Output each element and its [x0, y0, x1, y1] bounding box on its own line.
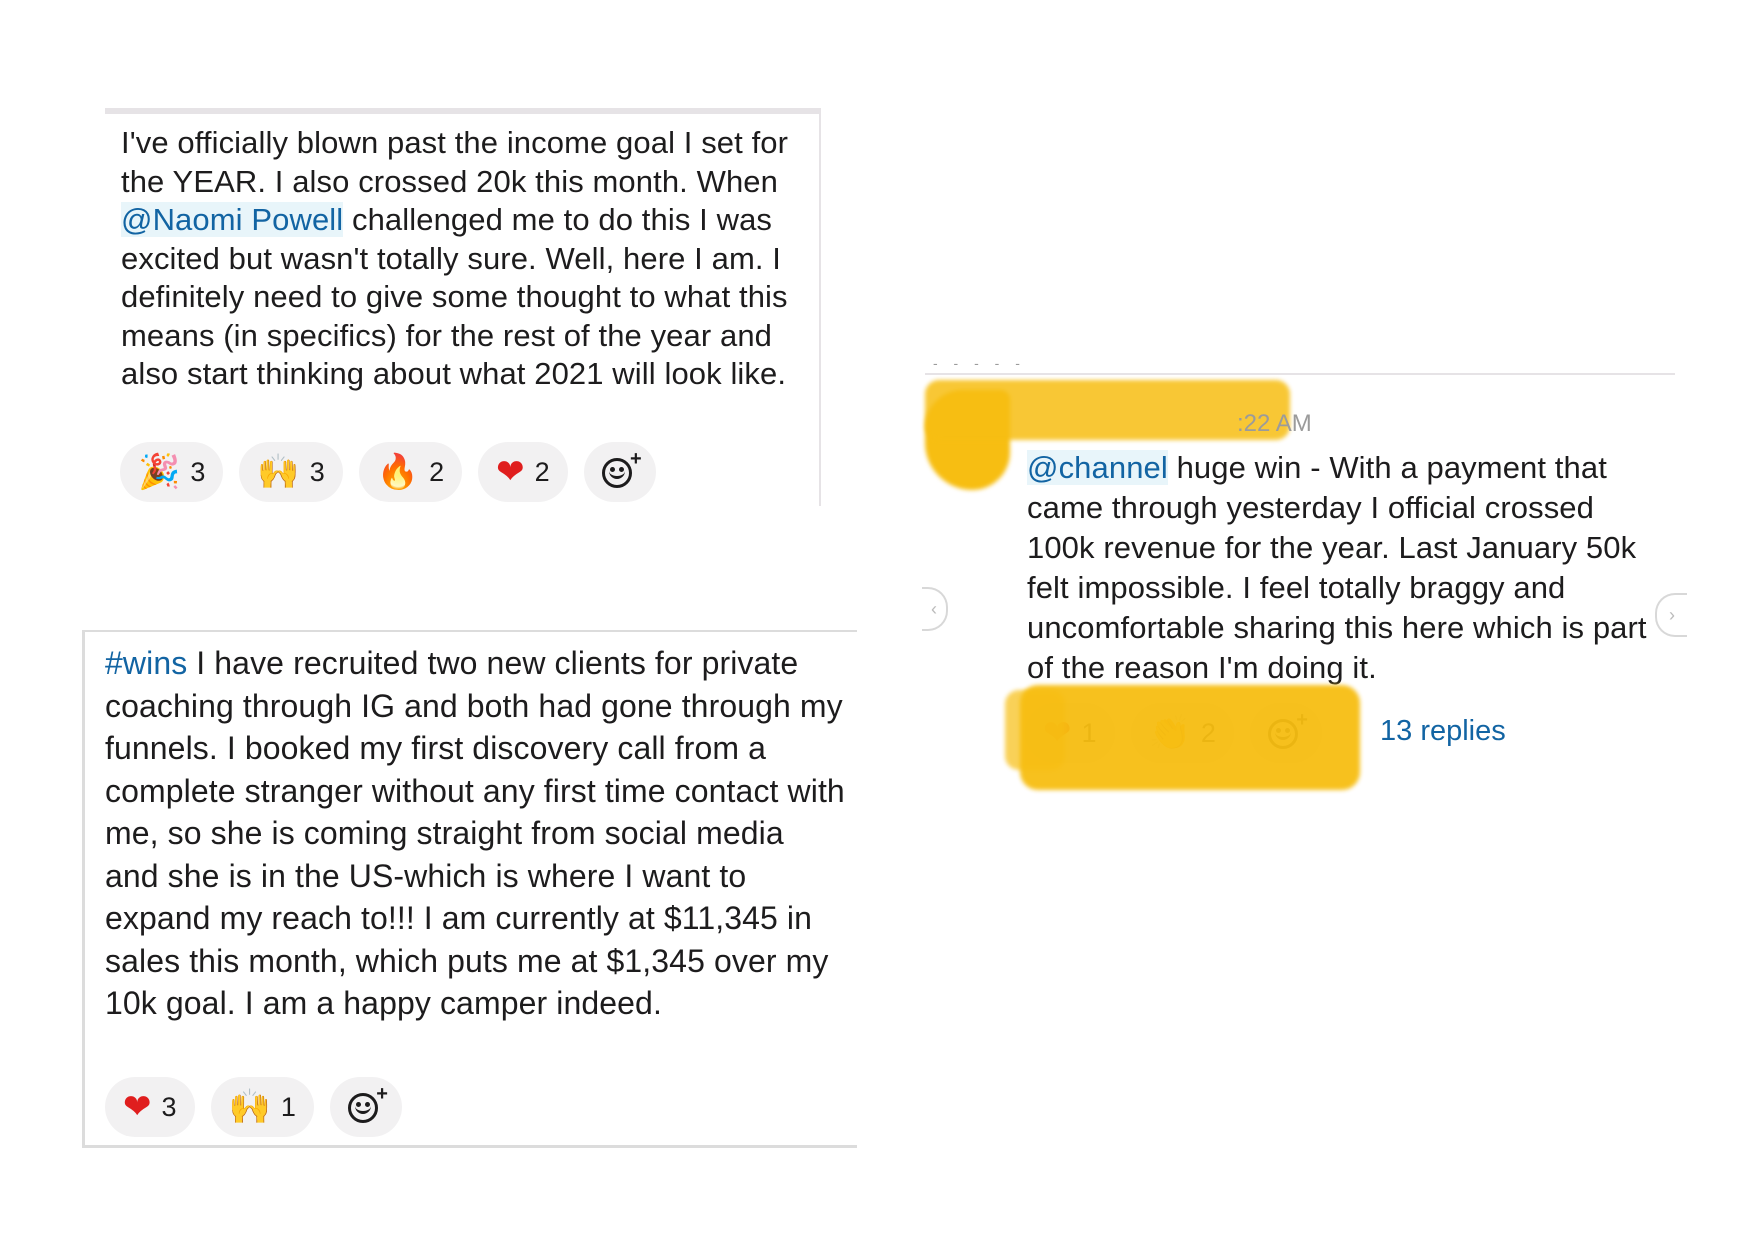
message-body: huge win - With a payment that came thro… — [1027, 450, 1647, 685]
reaction-bar: ❤ 3 🙌 1 + — [105, 1077, 402, 1137]
raised-hands-icon: 🙌 — [257, 452, 300, 492]
reaction-count: 2 — [429, 456, 445, 487]
reaction-count: 1 — [280, 1091, 296, 1122]
reaction-count: 2 — [534, 456, 550, 487]
date-divider-label: - - - - - — [933, 355, 1026, 371]
redacted-reply-avatars — [1020, 685, 1360, 790]
message-body: I have recruited two new clients for pri… — [105, 645, 845, 1021]
raised-hands-icon: 🙌 — [228, 1087, 271, 1127]
reaction-pill[interactable]: 🙌 1 — [210, 1077, 314, 1137]
message-card-3: - - - - - :22 AM ‹ › @channel huge win -… — [922, 355, 1687, 875]
message-timestamp[interactable]: :22 AM — [1237, 410, 1312, 438]
add-reaction-icon: + — [347, 1083, 388, 1125]
message-text: #wins I have recruited two new clients f… — [105, 642, 845, 1025]
heart-icon: ❤ — [496, 452, 525, 492]
add-reaction-icon: + — [601, 448, 642, 490]
redacted-username — [925, 380, 1290, 440]
thread-replies-link[interactable]: 13 replies — [1380, 715, 1506, 748]
heart-icon: ❤ — [123, 1087, 152, 1127]
reaction-bar: 🎉 3 🙌 3 🔥 2 ❤ 2 + — [120, 442, 656, 502]
reaction-pill[interactable]: ❤ 2 — [478, 442, 568, 502]
add-reaction-button[interactable]: + — [329, 1077, 402, 1137]
reaction-pill[interactable]: 🔥 2 — [358, 442, 463, 502]
chevron-left-icon[interactable]: ‹ — [922, 587, 948, 631]
reaction-count: 3 — [309, 456, 325, 487]
message-card-1: I've officially blown past the income go… — [105, 108, 821, 506]
reaction-pill[interactable]: ❤ 3 — [105, 1077, 195, 1137]
message-card-2: #wins I have recruited two new clients f… — [82, 630, 857, 1148]
date-divider — [925, 373, 1675, 375]
add-reaction-button[interactable]: + — [583, 442, 656, 502]
message-text: @channel huge win - With a payment that … — [1027, 448, 1667, 688]
channel-link[interactable]: #wins — [105, 645, 187, 681]
message-text: I've officially blown past the income go… — [121, 124, 811, 394]
reaction-count: 3 — [190, 456, 206, 487]
channel-mention[interactable]: @channel — [1027, 450, 1168, 485]
user-mention[interactable]: @Naomi Powell — [121, 202, 344, 237]
reaction-pill[interactable]: 🙌 3 — [239, 442, 343, 502]
reaction-count: 3 — [161, 1091, 177, 1122]
party-popper-icon: 🎉 — [138, 452, 181, 492]
message-body-start: I've officially blown past the income go… — [121, 125, 789, 199]
fire-icon: 🔥 — [376, 452, 420, 492]
reaction-pill[interactable]: 🎉 3 — [120, 442, 224, 502]
